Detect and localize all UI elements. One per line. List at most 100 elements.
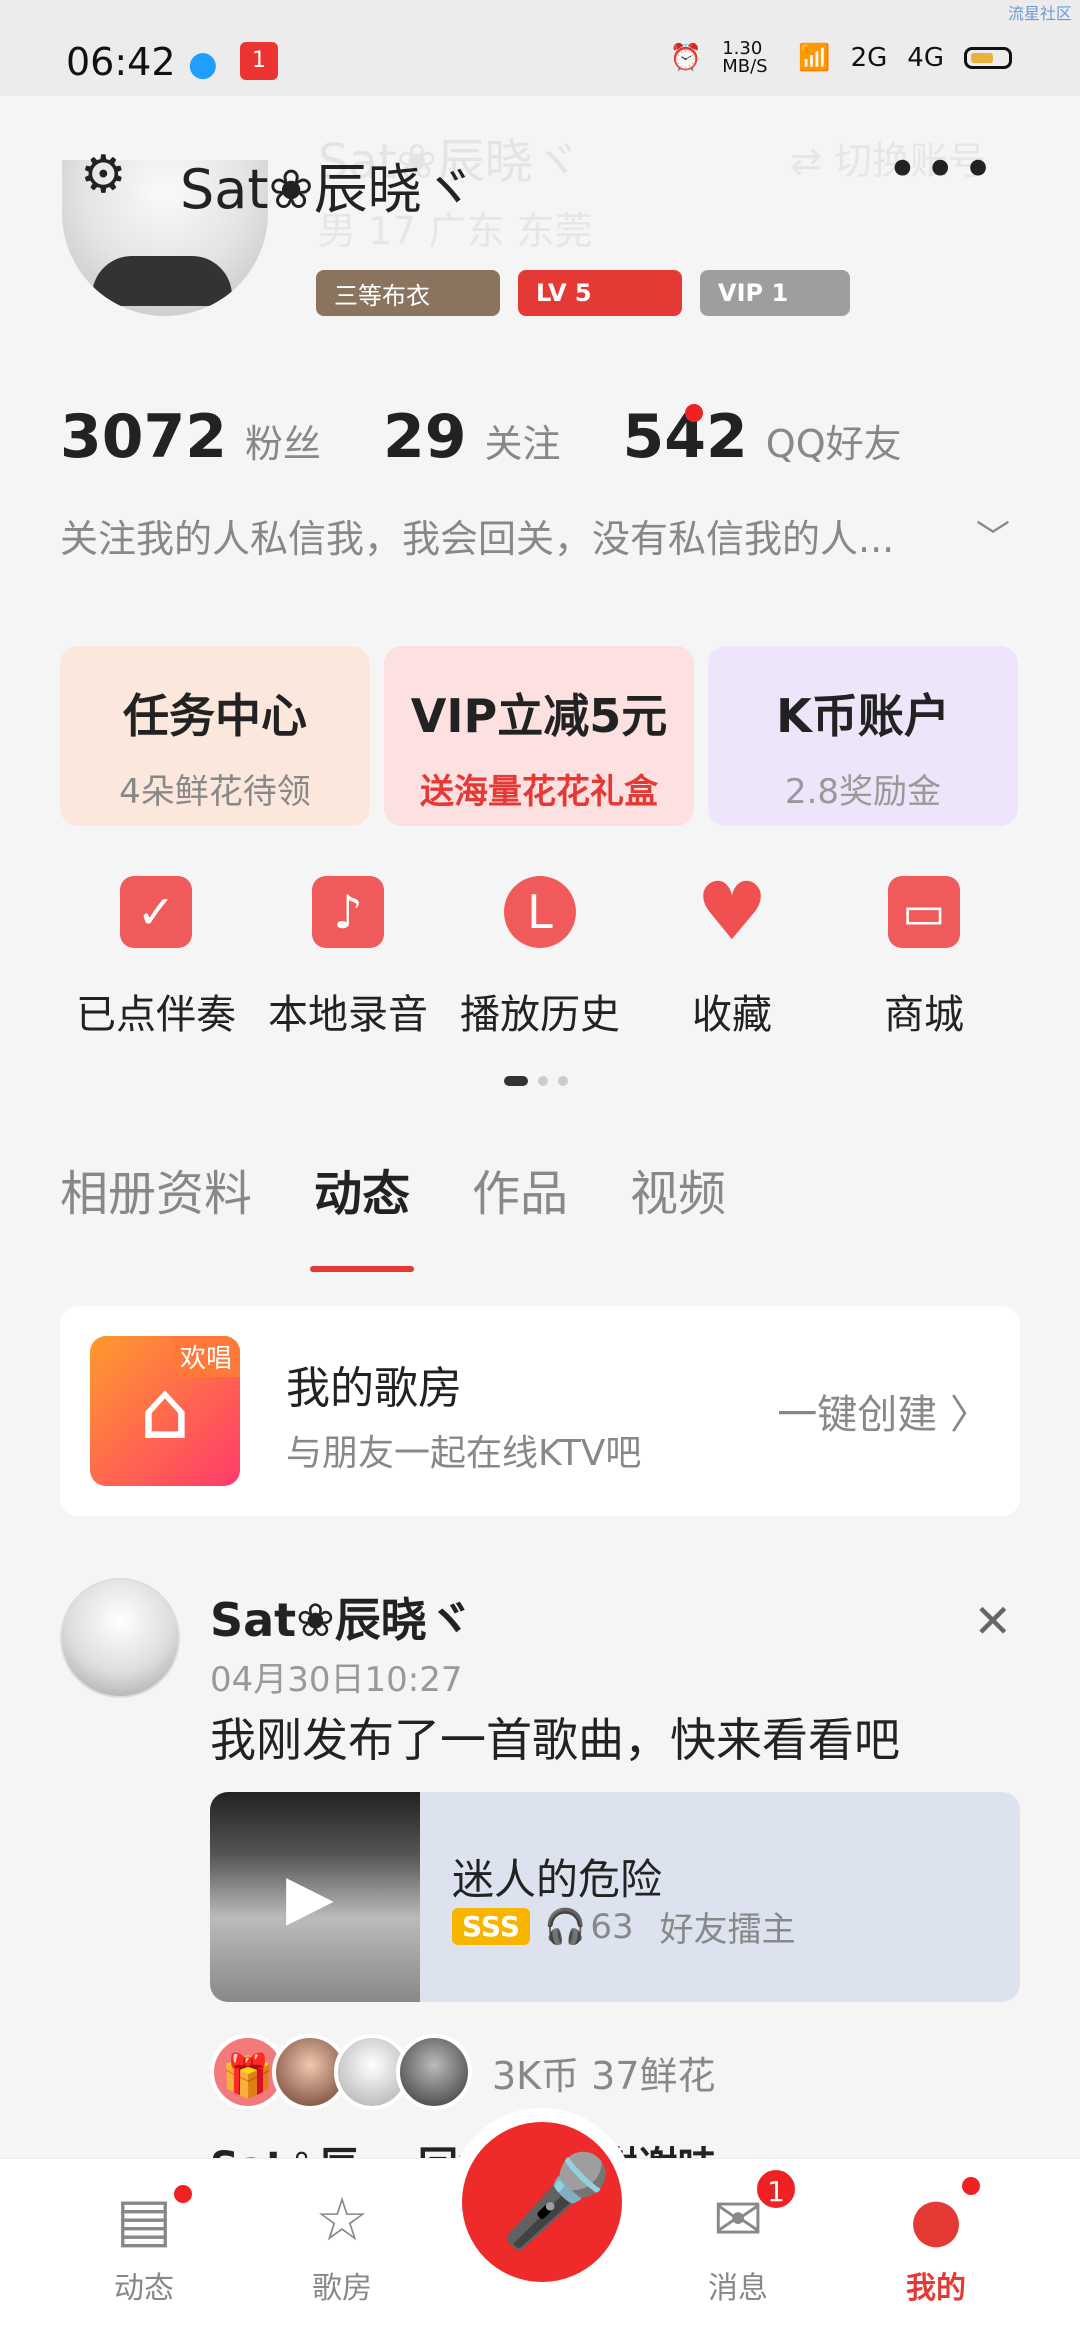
battery-icon (964, 47, 1012, 69)
shortcut-store[interactable]: ▭ 商城 (828, 876, 1020, 1040)
close-icon[interactable]: ✕ (973, 1594, 1012, 1648)
tab-feed[interactable]: 动态 (310, 1154, 415, 1272)
profile-tabs: 相册资料 动态 作品 视频 (60, 1154, 788, 1272)
task-center-sub: 4朵鲜花待领 (119, 772, 311, 812)
play-icon[interactable]: ▶ (286, 1864, 346, 1930)
tab-works[interactable]: 作品 (472, 1154, 568, 1224)
more-icon[interactable]: ••• (886, 138, 1000, 201)
vip-badge[interactable]: VIP 1 (700, 270, 850, 316)
kcoin-account-title: K币账户 (776, 689, 950, 743)
vip-discount-sub: 送海量花花礼盒 (420, 772, 658, 812)
shortcut-play-history[interactable]: L 播放历史 (444, 876, 636, 1040)
gifter-avatar (396, 2034, 472, 2110)
net-speed: 1.30 MB/S (722, 38, 768, 77)
shortcut-label: 商城 (884, 992, 964, 1038)
fans-label: 粉丝 (245, 422, 322, 466)
profile-username: Sat❀辰晓ヾ (180, 158, 476, 221)
kcoin-account-card[interactable]: K币账户 2.8奖励金 (708, 646, 1018, 826)
microphone-icon: 🎤 (500, 2149, 613, 2254)
nav-label: 我的 (906, 2271, 966, 2306)
qq-friends-label: QQ好友 (765, 422, 902, 466)
tab-album[interactable]: 相册资料 (60, 1154, 252, 1224)
post-author-name[interactable]: Sat❀辰晓ヾ (210, 1584, 473, 1650)
follow-label: 关注 (484, 422, 561, 466)
shortcut-local-recording[interactable]: ♪ 本地录音 (252, 876, 444, 1040)
shortcut-label: 收藏 (692, 992, 772, 1038)
page-dot-active (504, 1076, 528, 1086)
nav-label: 歌房 (312, 2271, 372, 2306)
rank-badge[interactable]: 三等布衣 (316, 270, 500, 316)
status-time: 06:42 (66, 40, 176, 84)
shortcut-label: 本地录音 (268, 992, 428, 1038)
ktv-tag: 欢唱 (171, 1336, 240, 1377)
follow-stat[interactable]: 29 关注 (383, 402, 561, 472)
level-badge[interactable]: LV 5 (518, 270, 682, 316)
shortcut-accompaniment[interactable]: ✓ 已点伴奏 (60, 876, 252, 1040)
alarm-icon: ⏰ (669, 43, 703, 73)
listen-count: 63 (590, 1906, 634, 1947)
ktv-title: 我的歌房 (286, 1363, 462, 1414)
wifi-icon: 📶 (798, 43, 831, 73)
corner-watermark: 流星社区 (1007, 4, 1072, 23)
unread-badge: 1 (754, 2167, 798, 2211)
house-icon: ⌂ (139, 1364, 191, 1457)
create-room-button[interactable]: 一键创建 〉 (777, 1382, 990, 1440)
check-icon: ✓ (120, 876, 192, 948)
store-icon: ▭ (888, 876, 960, 948)
song-tag: 好友擂主 (659, 1910, 796, 1950)
song-thumbnail: ▶ (210, 1792, 420, 2002)
nav-label: 动态 (114, 2271, 174, 2306)
badge-row: 三等布衣 LV 5 VIP 1 (316, 270, 850, 316)
headphone-icon: 🎧 (543, 1906, 587, 1947)
fans-stat[interactable]: 3072 粉丝 (60, 402, 321, 472)
new-friends-dot (684, 404, 703, 422)
gift-row[interactable]: 🎁 3K币 37鲜花 (210, 2034, 716, 2110)
qq-friends-stat[interactable]: 542 QQ好友 (623, 402, 902, 472)
song-card[interactable]: ▶ 迷人的危险 SSS 🎧 63 好友擂主 (210, 1792, 1020, 2002)
shortcut-favorites[interactable]: ♥ 收藏 (636, 865, 828, 1040)
post-timestamp: 04月30日10:27 (210, 1660, 463, 1700)
app-notification-icon: 1 (240, 42, 278, 80)
task-center-title: 任务中心 (123, 689, 307, 743)
signal-4g: 4G (907, 43, 944, 73)
nav-rooms[interactable]: ☆ 歌房 (262, 2159, 422, 2307)
clock-icon: L (504, 876, 576, 948)
ktv-room-card[interactable]: ⌂ 欢唱 我的歌房 与朋友一起在线KTV吧 一键创建 〉 (60, 1306, 1020, 1516)
nav-feed[interactable]: ▤ 动态 (64, 2159, 224, 2307)
page-indicator (504, 1076, 568, 1086)
song-meta: SSS 🎧 63 好友擂主 (452, 1902, 796, 1951)
task-center-card[interactable]: 任务中心 4朵鲜花待领 (60, 646, 370, 826)
grade-badge: SSS (452, 1908, 530, 1945)
vip-discount-title: VIP立减5元 (410, 689, 668, 743)
qq-penguin-icon: ● (188, 44, 218, 84)
star-icon: ☆ (315, 2185, 369, 2255)
stats-row: 3072 粉丝 29 关注 542 QQ好友 (60, 402, 964, 472)
page-dot (538, 1076, 548, 1086)
post-author-avatar[interactable] (60, 1578, 180, 1698)
ktv-subtitle: 与朋友一起在线KTV吧 (286, 1433, 642, 1474)
gift-summary: 3K币 37鲜花 (492, 2053, 716, 2098)
nav-label: 消息 (708, 2271, 768, 2306)
record-button[interactable]: 🎤 (462, 2122, 622, 2282)
status-icons: ⏰ 1.30 MB/S 📶 2G 4G (670, 40, 1012, 76)
heart-icon: ♥ (696, 865, 768, 958)
ktv-room-icon: ⌂ 欢唱 (90, 1336, 240, 1486)
nav-me[interactable]: ● 我的 (856, 2159, 1016, 2307)
follow-count: 29 (383, 402, 467, 472)
chevron-down-icon[interactable]: ﹀ (976, 510, 1010, 559)
page-dot (558, 1076, 568, 1086)
post-text: 我刚发布了一首歌曲，快来看看吧 (210, 1713, 900, 1767)
shortcut-label: 播放历史 (460, 992, 620, 1038)
fans-count: 3072 (60, 402, 227, 472)
nav-messages[interactable]: ✉ 消息 1 (658, 2159, 818, 2307)
message-square-icon: ▤ (115, 2185, 173, 2255)
nav-me-dot (962, 2177, 980, 2195)
shortcut-grid: ✓ 已点伴奏 ♪ 本地录音 L 播放历史 ♥ 收藏 ▭ 商城 (60, 865, 1020, 1040)
nav-feed-dot (174, 2185, 192, 2203)
kcoin-account-sub: 2.8奖励金 (784, 772, 942, 812)
gear-icon[interactable]: ⚙ (80, 149, 130, 201)
vip-discount-card[interactable]: VIP立减5元 送海量花花礼盒 (384, 646, 694, 826)
person-icon: ● (909, 2185, 963, 2255)
tab-video[interactable]: 视频 (630, 1154, 726, 1224)
song-title: 迷人的危险 (452, 1855, 663, 1904)
